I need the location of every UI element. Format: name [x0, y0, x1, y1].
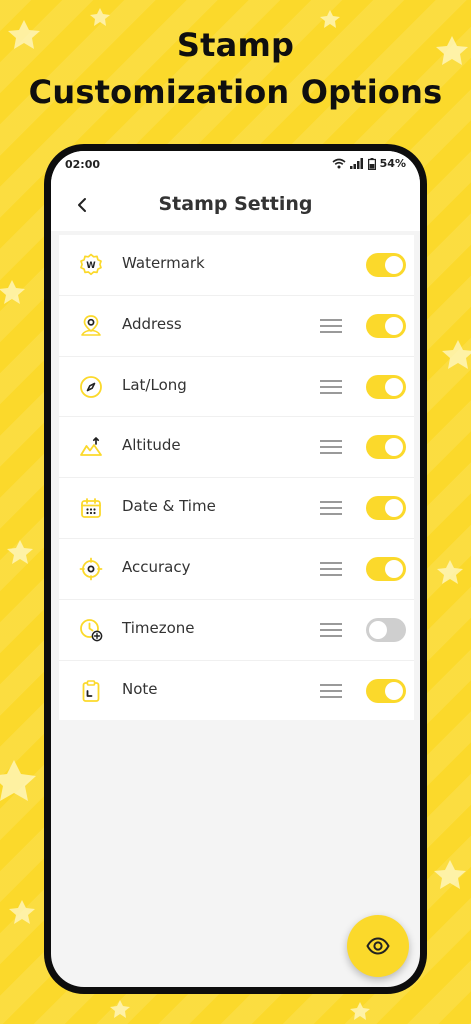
- status-bar: 02:00 54%: [51, 151, 420, 179]
- app-bar: Stamp Setting: [51, 179, 420, 231]
- setting-row-timezone: Timezone: [59, 600, 414, 661]
- setting-label: Note: [122, 679, 158, 698]
- altitude-toggle[interactable]: [366, 435, 406, 460]
- toggle-knob: [385, 559, 403, 578]
- setting-label: Watermark: [122, 254, 205, 272]
- clipboard-note-icon: [82, 679, 100, 702]
- timezone-clock-icon: [80, 618, 103, 642]
- setting-label: Lat/Long: [122, 375, 187, 394]
- setting-label: Address: [122, 314, 182, 333]
- calendar-icon: [81, 498, 101, 519]
- note-toggle[interactable]: [366, 678, 406, 703]
- wifi-icon: [332, 158, 346, 169]
- preview-fab-button[interactable]: [347, 915, 409, 977]
- setting-label: Timezone: [122, 618, 195, 637]
- setting-row-lat-long: Lat/Long: [59, 357, 414, 418]
- toggle-knob: [385, 499, 403, 518]
- setting-row-altitude: Altitude: [59, 417, 414, 479]
- setting-label: Accuracy: [122, 557, 191, 576]
- setting-row-accuracy: Accuracy: [59, 539, 414, 600]
- toggle-knob: [385, 438, 403, 457]
- page-title: Stamp Setting: [158, 193, 313, 215]
- lat-long-toggle[interactable]: [366, 374, 406, 399]
- toggle-knob: [385, 377, 403, 396]
- eye-icon: [366, 937, 390, 955]
- watermark-toggle[interactable]: [366, 253, 406, 277]
- toggle-knob: [385, 256, 403, 274]
- mountain-icon: [80, 437, 102, 457]
- toggle-knob: [385, 316, 403, 335]
- address-toggle[interactable]: [366, 313, 406, 338]
- accuracy-toggle[interactable]: [366, 556, 406, 581]
- address-pin-icon: [81, 314, 101, 336]
- watermark-badge-icon: W: [80, 253, 102, 276]
- signal-icon: [349, 158, 363, 169]
- watermark-badge-letter: W: [86, 261, 96, 271]
- setting-row-note: Note: [59, 661, 414, 721]
- headline-line-2: Customization Options: [28, 73, 443, 111]
- setting-row-address: Address: [59, 296, 414, 357]
- drag-handle-icon[interactable]: [320, 379, 342, 394]
- compass-icon: [80, 375, 102, 398]
- drag-handle-icon[interactable]: [320, 501, 342, 516]
- battery-icon: [367, 157, 376, 170]
- drag-handle-icon[interactable]: [320, 440, 342, 455]
- battery-percent: 54%: [379, 157, 406, 170]
- setting-row-date-time: Date & Time: [59, 478, 414, 539]
- status-time: 02:00: [65, 158, 101, 171]
- toggle-knob: [385, 681, 403, 700]
- drag-handle-icon[interactable]: [320, 683, 342, 698]
- crosshair-icon: [79, 557, 103, 581]
- status-indicators: 54%: [332, 157, 406, 170]
- phone-screen: 02:00 54% Stamp Setting W Watermark Addr…: [51, 151, 420, 987]
- setting-label: Altitude: [122, 436, 181, 455]
- toggle-knob: [369, 620, 387, 639]
- setting-label: Date & Time: [122, 497, 216, 516]
- drag-handle-icon[interactable]: [320, 561, 342, 576]
- setting-row-watermark: W Watermark: [59, 235, 414, 296]
- timezone-toggle[interactable]: [366, 617, 406, 642]
- drag-handle-icon[interactable]: [320, 318, 342, 333]
- headline-line-1: Stamp: [176, 26, 295, 64]
- date-time-toggle[interactable]: [366, 496, 406, 521]
- promo-headline: Stamp Customization Options: [0, 22, 471, 116]
- drag-handle-icon[interactable]: [320, 622, 342, 637]
- phone-frame: 02:00 54% Stamp Setting W Watermark Addr…: [44, 144, 427, 994]
- stamp-settings-list: W Watermark Address Lat/Long Altitude Da…: [59, 235, 414, 721]
